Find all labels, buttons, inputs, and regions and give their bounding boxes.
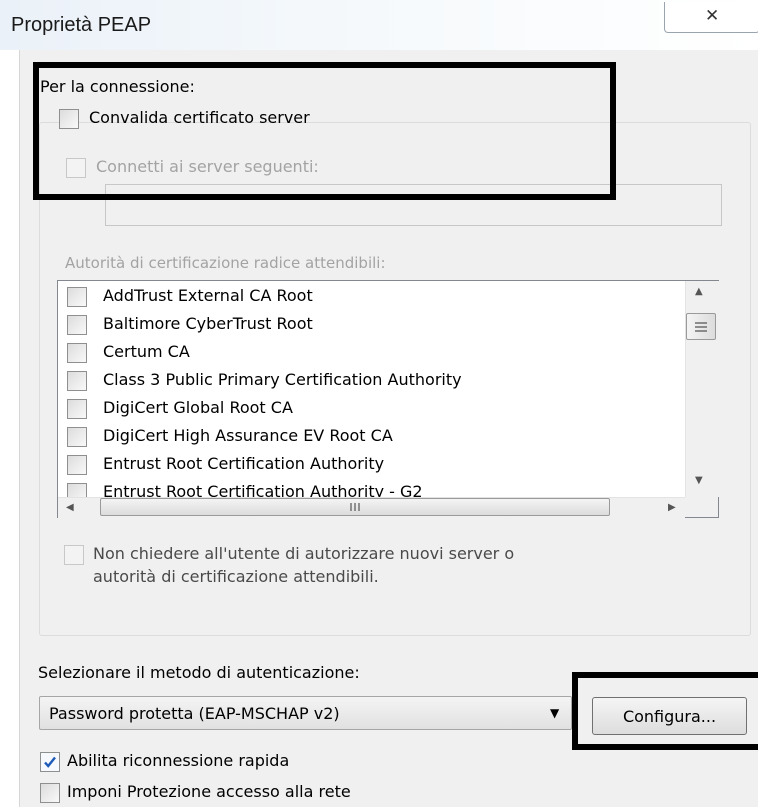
auth-method-value: Password protetta (EAP-MSCHAP v2) [49,704,340,723]
nap-checkbox[interactable] [40,783,60,803]
no-prompt-label-line2: autorità di certificazione attendibili. [93,567,379,586]
list-item[interactable]: Class 3 Public Primary Certification Aut… [103,370,462,389]
highlight-box-connection [33,62,616,200]
ca-checkbox[interactable] [67,399,87,419]
scroll-right-icon[interactable]: ▶ [668,502,676,513]
horizontal-scroll-thumb[interactable] [100,498,610,516]
close-button[interactable]: ✕ [664,2,758,33]
ca-checkbox[interactable] [67,343,87,363]
grip-icon [350,503,360,511]
nap-label: Imponi Protezione accesso alla rete [67,782,351,801]
auth-method-select[interactable]: Password protetta (EAP-MSCHAP v2) ▼ [39,696,572,730]
list-item[interactable]: DigiCert Global Root CA [103,398,293,417]
trusted-ca-label: Autorità di certificazione radice attend… [65,254,386,272]
auth-method-label: Selezionare il metodo di autenticazione: [38,663,360,682]
no-prompt-checkbox[interactable] [64,545,84,565]
ca-checkbox[interactable] [67,427,87,447]
ca-checkbox[interactable] [67,287,87,307]
chevron-down-icon: ▼ [550,706,560,720]
vertical-scroll-thumb[interactable] [686,313,716,340]
list-item[interactable]: Baltimore CyberTrust Root [103,314,313,333]
scroll-up-icon[interactable]: ▲ [695,286,703,297]
ca-checkbox[interactable] [67,315,87,335]
grip-icon [695,321,707,332]
highlight-box-configure [572,672,758,750]
window-title: Proprietà PEAP [11,14,152,36]
fast-reconnect-label: Abilita riconnessione rapida [67,751,290,770]
title-bar: Proprietà PEAP ✕ [0,0,758,50]
list-item[interactable]: AddTrust External CA Root [103,286,313,305]
checkmark-icon [44,756,56,768]
scroll-left-icon[interactable]: ◀ [66,502,74,513]
list-item[interactable]: DigiCert High Assurance EV Root CA [103,426,393,445]
no-prompt-label-line1: Non chiedere all'utente di autorizzare n… [93,544,515,563]
list-item[interactable]: Entrust Root Certification Authority [103,454,384,473]
close-icon: ✕ [705,6,720,26]
ca-checkbox[interactable] [67,455,87,475]
fast-reconnect-checkbox[interactable] [40,752,60,772]
ca-checkbox[interactable] [67,371,87,391]
trusted-ca-list[interactable]: AddTrust External CA Root Baltimore Cybe… [57,280,719,518]
list-item[interactable]: Certum CA [103,342,190,361]
scroll-down-icon[interactable]: ▼ [695,475,703,486]
scroll-corner [685,497,718,517]
